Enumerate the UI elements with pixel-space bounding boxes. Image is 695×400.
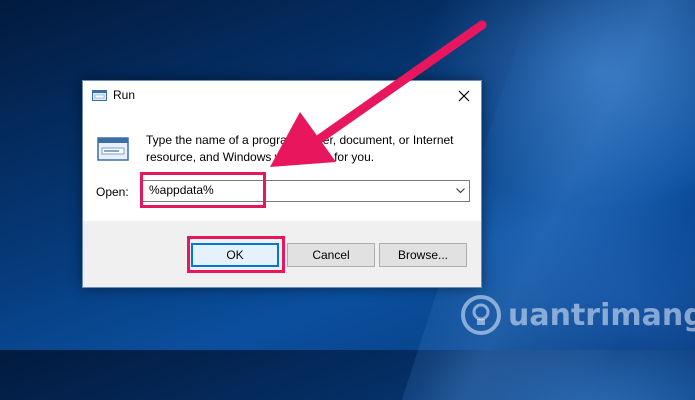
dialog-title: Run	[113, 88, 136, 102]
browse-button[interactable]: Browse...	[379, 243, 467, 267]
close-icon	[458, 90, 470, 102]
combo-dropdown-button[interactable]	[451, 181, 469, 201]
dialog-description: Type the name of a program, folder, docu…	[146, 133, 454, 164]
title-bar: Run	[83, 81, 481, 111]
watermark-text: uantrimang	[508, 298, 695, 333]
ok-button-highlight	[187, 236, 285, 273]
cancel-button[interactable]: Cancel	[287, 243, 375, 267]
chevron-down-icon	[456, 188, 465, 194]
open-label: Open:	[96, 185, 129, 199]
run-dialog: Run Type the name of a program, folder, …	[82, 80, 482, 288]
open-field-highlight	[140, 172, 266, 208]
run-app-icon	[97, 137, 129, 161]
run-app-icon	[92, 90, 107, 101]
watermark: uantrimang	[460, 292, 695, 342]
close-button[interactable]	[447, 81, 481, 111]
lightbulb-icon	[461, 295, 501, 335]
